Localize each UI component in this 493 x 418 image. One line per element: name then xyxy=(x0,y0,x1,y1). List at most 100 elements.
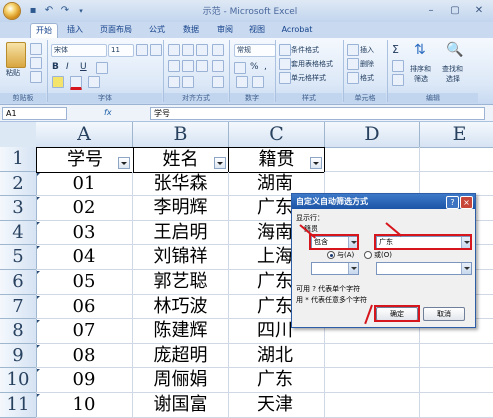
row-header[interactable]: 11 xyxy=(0,393,37,418)
comma-button[interactable]: , xyxy=(264,62,267,72)
column-header[interactable]: B xyxy=(133,122,229,148)
decrease-decimal-icon[interactable] xyxy=(252,76,264,88)
cancel-button[interactable]: 取消 xyxy=(423,307,465,321)
grow-font-icon[interactable] xyxy=(136,44,148,56)
value-select-2[interactable] xyxy=(376,262,472,275)
tab-view[interactable]: 视图 xyxy=(246,23,268,37)
cell-style-button[interactable]: 单元格样式 xyxy=(291,73,326,83)
autosum-button[interactable]: Σ xyxy=(392,43,399,56)
table-cell[interactable]: 林巧波 xyxy=(133,294,229,320)
row-header[interactable]: 6 xyxy=(0,270,37,295)
table-cell[interactable]: 王启明 xyxy=(133,220,229,246)
row-header[interactable]: 4 xyxy=(0,220,37,246)
table-cell[interactable]: 郭艺聪 xyxy=(133,270,229,295)
or-radio[interactable] xyxy=(364,251,372,259)
align-center-icon[interactable] xyxy=(182,60,194,72)
row-header[interactable]: 1 xyxy=(0,147,37,172)
table-cell[interactable]: 谢国富 xyxy=(133,393,229,418)
number-format-select[interactable]: 常规 xyxy=(234,44,276,57)
delete-cells-icon[interactable] xyxy=(347,58,359,70)
sort-filter-icon[interactable]: ⇅ xyxy=(414,42,434,60)
shrink-font-icon[interactable] xyxy=(150,44,162,56)
table-cell[interactable]: 李明辉 xyxy=(133,196,229,221)
table-cell[interactable]: 周俪娟 xyxy=(133,368,229,393)
font-size-select[interactable]: 11 xyxy=(108,44,134,57)
sort-filter-label-1[interactable]: 排序和 xyxy=(410,64,431,74)
paste-icon[interactable] xyxy=(6,42,26,68)
conditional-format-icon[interactable] xyxy=(279,44,291,56)
align-left-icon[interactable] xyxy=(168,60,180,72)
table-format-icon[interactable] xyxy=(279,58,291,70)
find-select-label-2[interactable]: 选择 xyxy=(446,74,460,84)
table-cell[interactable]: 广东 xyxy=(229,368,325,393)
table-cell[interactable]: 09 xyxy=(36,368,133,393)
table-cell[interactable]: 湖北 xyxy=(229,343,325,369)
table-cell[interactable]: 08 xyxy=(36,343,133,369)
select-all-corner[interactable] xyxy=(0,122,37,148)
format-painter-icon[interactable] xyxy=(30,71,42,83)
insert-function-icon[interactable]: fx xyxy=(104,107,118,119)
format-cells-button[interactable]: 格式 xyxy=(360,73,374,83)
tab-home[interactable]: 开始 xyxy=(30,23,58,38)
merge-center-icon[interactable] xyxy=(212,76,224,88)
insert-cells-icon[interactable] xyxy=(347,44,359,56)
table-cell[interactable]: 07 xyxy=(36,319,133,344)
delete-cells-button[interactable]: 删除 xyxy=(360,59,374,69)
fill-icon[interactable] xyxy=(392,60,404,72)
dialog-help-button[interactable]: ? xyxy=(446,196,459,209)
and-radio[interactable] xyxy=(327,251,335,259)
wrap-text-icon[interactable] xyxy=(212,60,224,72)
column-header[interactable]: D xyxy=(325,122,420,148)
tab-acrobat[interactable]: Acrobat xyxy=(280,23,314,37)
autofilter-dropdown-icon[interactable] xyxy=(118,157,130,169)
italic-button[interactable]: I xyxy=(66,62,76,72)
table-cell[interactable]: 04 xyxy=(36,245,133,270)
find-select-label-1[interactable]: 查找和 xyxy=(442,64,463,74)
align-right-icon[interactable] xyxy=(196,60,208,72)
row-header[interactable]: 5 xyxy=(0,245,37,270)
increase-indent-icon[interactable] xyxy=(182,76,194,88)
borders-icon[interactable] xyxy=(96,62,108,74)
copy-icon[interactable] xyxy=(30,57,42,69)
row-header[interactable]: 3 xyxy=(0,196,37,221)
row-header[interactable]: 2 xyxy=(0,171,37,197)
formula-input[interactable]: 学号 xyxy=(150,107,485,120)
row-header[interactable]: 10 xyxy=(0,368,37,393)
table-cell[interactable]: 06 xyxy=(36,294,133,320)
table-cell[interactable]: 02 xyxy=(36,196,133,221)
qat-dropdown-icon[interactable]: ▾ xyxy=(74,4,88,18)
align-bottom-icon[interactable] xyxy=(196,44,208,56)
tab-formulas[interactable]: 公式 xyxy=(146,23,168,37)
phonetic-icon[interactable] xyxy=(88,76,100,88)
table-cell[interactable]: 03 xyxy=(36,220,133,246)
office-button-icon[interactable] xyxy=(4,3,20,19)
font-color-icon[interactable] xyxy=(70,76,82,90)
conditional-format-button[interactable]: 条件格式 xyxy=(291,45,319,55)
tab-review[interactable]: 审阅 xyxy=(214,23,236,37)
column-header[interactable]: A xyxy=(36,122,133,148)
empty-cell[interactable] xyxy=(325,147,420,172)
table-cell[interactable]: 01 xyxy=(36,171,133,197)
redo-icon[interactable]: ↷ xyxy=(58,4,72,18)
increase-decimal-icon[interactable] xyxy=(236,76,248,88)
align-middle-icon[interactable] xyxy=(182,44,194,56)
orientation-icon[interactable] xyxy=(212,44,224,56)
table-cell[interactable]: 陈建辉 xyxy=(133,319,229,344)
font-name-select[interactable]: 宋体 xyxy=(51,44,107,57)
row-header[interactable]: 7 xyxy=(0,294,37,320)
empty-cell[interactable] xyxy=(420,344,493,369)
empty-cell[interactable] xyxy=(420,393,493,418)
decrease-indent-icon[interactable] xyxy=(168,76,180,88)
table-cell[interactable]: 天津 xyxy=(229,393,325,418)
currency-icon[interactable] xyxy=(234,62,246,74)
fill-color-icon[interactable] xyxy=(52,76,64,88)
empty-cell[interactable] xyxy=(420,368,493,393)
column-header[interactable]: C xyxy=(229,122,325,148)
table-cell[interactable]: 刘锦祥 xyxy=(133,245,229,270)
align-top-icon[interactable] xyxy=(168,44,180,56)
empty-cell[interactable] xyxy=(325,343,420,369)
bold-button[interactable]: B xyxy=(52,62,62,72)
sort-filter-label-2[interactable]: 筛选 xyxy=(414,74,428,84)
underline-button[interactable]: U xyxy=(80,62,90,72)
empty-cell[interactable] xyxy=(325,393,420,418)
